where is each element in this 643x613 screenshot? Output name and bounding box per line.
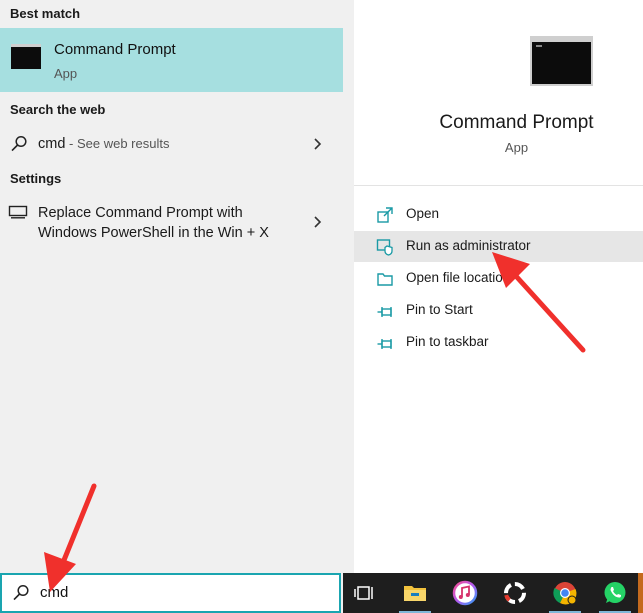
web-search-result[interactable]: cmd - See web results	[0, 128, 343, 160]
chevron-right-icon	[314, 216, 322, 228]
action-pin-to-taskbar[interactable]: Pin to taskbar	[354, 327, 643, 358]
file-explorer-button[interactable]	[393, 573, 437, 613]
best-match-item[interactable]: Command Prompt App	[0, 28, 343, 92]
itunes-button[interactable]	[443, 573, 487, 613]
best-match-heading: Best match	[10, 6, 81, 21]
open-icon	[377, 207, 393, 223]
shield-icon	[376, 239, 393, 256]
app-icon	[504, 582, 526, 604]
search-results-pane: Best match Command Prompt App Search the…	[0, 0, 343, 573]
whatsapp-icon	[604, 582, 626, 603]
display-icon	[8, 205, 28, 219]
command-prompt-large-icon	[530, 36, 593, 86]
file-explorer-icon	[404, 586, 426, 601]
media-app-button[interactable]	[493, 573, 537, 613]
pin-icon	[377, 339, 392, 349]
search-icon	[11, 135, 27, 152]
best-match-title: Command Prompt	[54, 41, 176, 58]
action-open-file-location-label: Open file location	[406, 270, 511, 285]
action-open[interactable]: Open	[354, 199, 643, 230]
task-view-icon	[354, 586, 373, 600]
best-match-subtitle: App	[54, 66, 78, 81]
chrome-icon	[553, 582, 577, 605]
search-box[interactable]	[0, 573, 341, 613]
task-view-button[interactable]	[343, 573, 387, 613]
taskbar-edge	[638, 573, 643, 613]
whatsapp-button[interactable]	[593, 573, 637, 613]
action-pin-to-taskbar-label: Pin to taskbar	[406, 334, 489, 349]
divider	[354, 185, 643, 186]
action-run-as-administrator[interactable]: Run as administrator	[354, 231, 643, 262]
search-icon	[13, 584, 29, 601]
command-prompt-icon	[11, 44, 41, 69]
app-subtitle: App	[504, 140, 529, 155]
folder-icon	[377, 273, 393, 286]
settings-result-line2: Windows PowerShell in the Win + X	[38, 225, 269, 241]
chevron-right-icon	[314, 138, 322, 150]
action-pin-to-start[interactable]: Pin to Start	[354, 295, 643, 326]
app-details-pane: Command Prompt App Open Run as administr…	[354, 0, 643, 573]
search-input[interactable]	[38, 583, 322, 602]
web-query: cmd	[38, 136, 66, 152]
web-suffix: - See web results	[65, 136, 170, 151]
action-pin-to-start-label: Pin to Start	[406, 302, 473, 317]
chrome-button[interactable]	[543, 573, 587, 613]
app-title: Command Prompt	[439, 112, 594, 133]
action-run-as-administrator-label: Run as administrator	[406, 238, 531, 253]
taskbar	[343, 573, 643, 613]
pin-icon	[377, 307, 392, 317]
web-heading: Search the web	[10, 102, 106, 117]
settings-result-line1: Replace Command Prompt with	[38, 205, 243, 221]
settings-heading: Settings	[10, 171, 62, 186]
action-open-label: Open	[406, 206, 440, 221]
settings-result[interactable]: Replace Command Prompt with Windows Powe…	[0, 198, 343, 246]
action-open-file-location[interactable]: Open file location	[354, 263, 643, 294]
itunes-icon	[452, 580, 478, 606]
